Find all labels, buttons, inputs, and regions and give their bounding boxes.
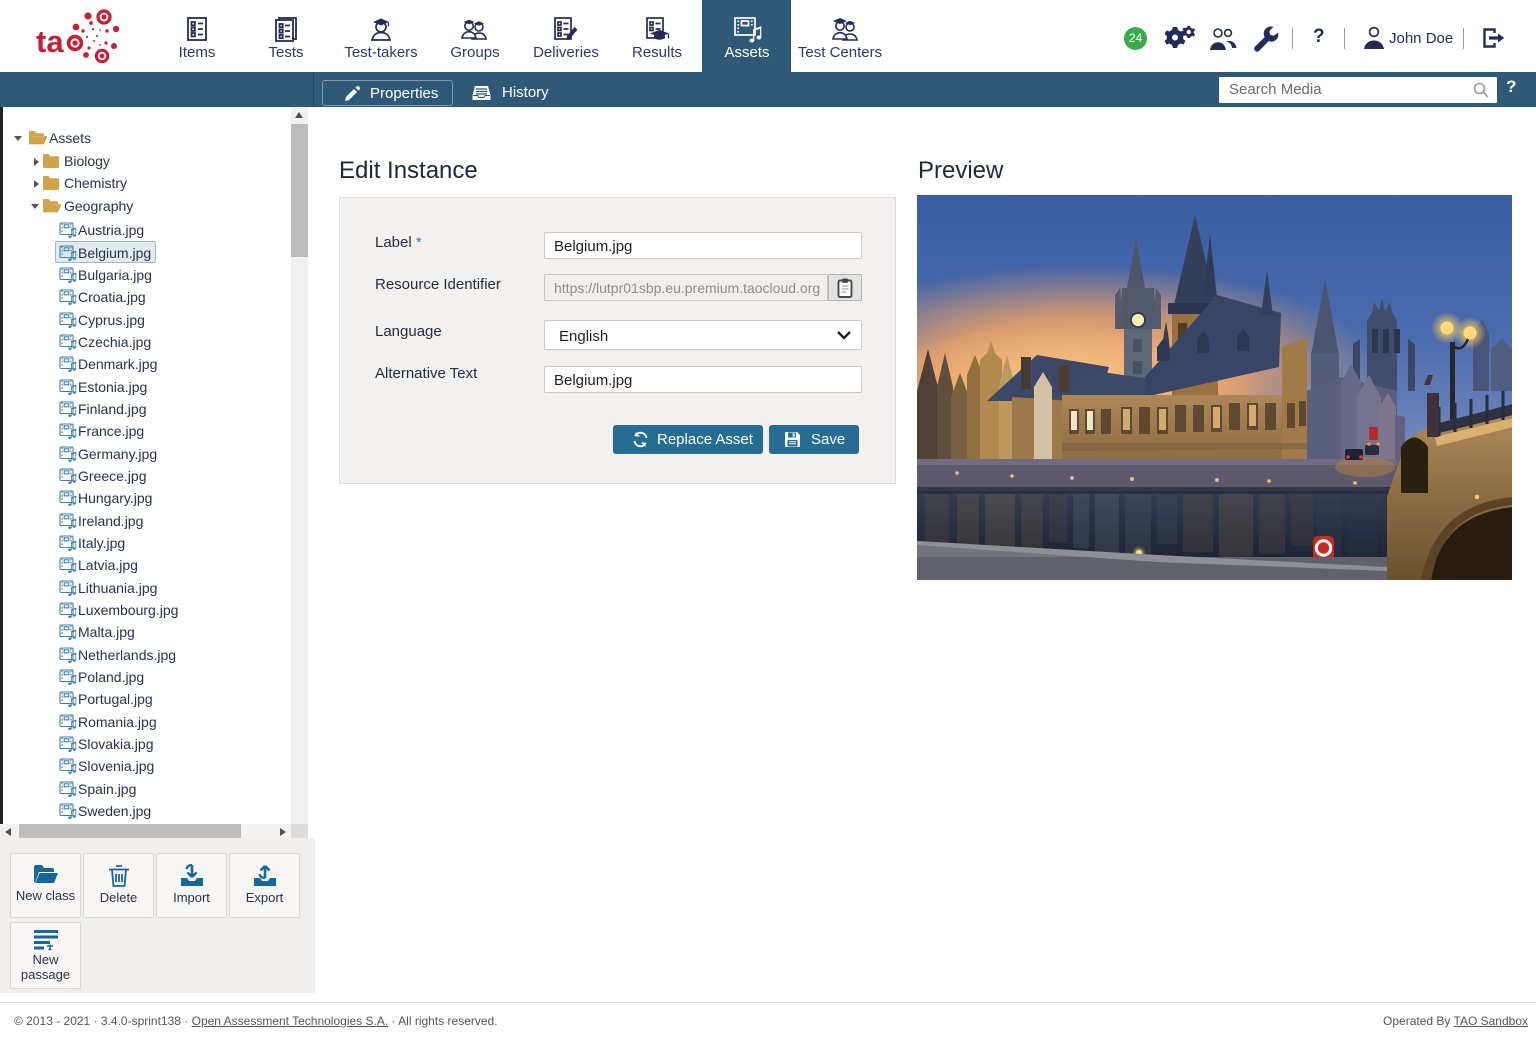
svg-text:ta: ta	[36, 24, 64, 59]
